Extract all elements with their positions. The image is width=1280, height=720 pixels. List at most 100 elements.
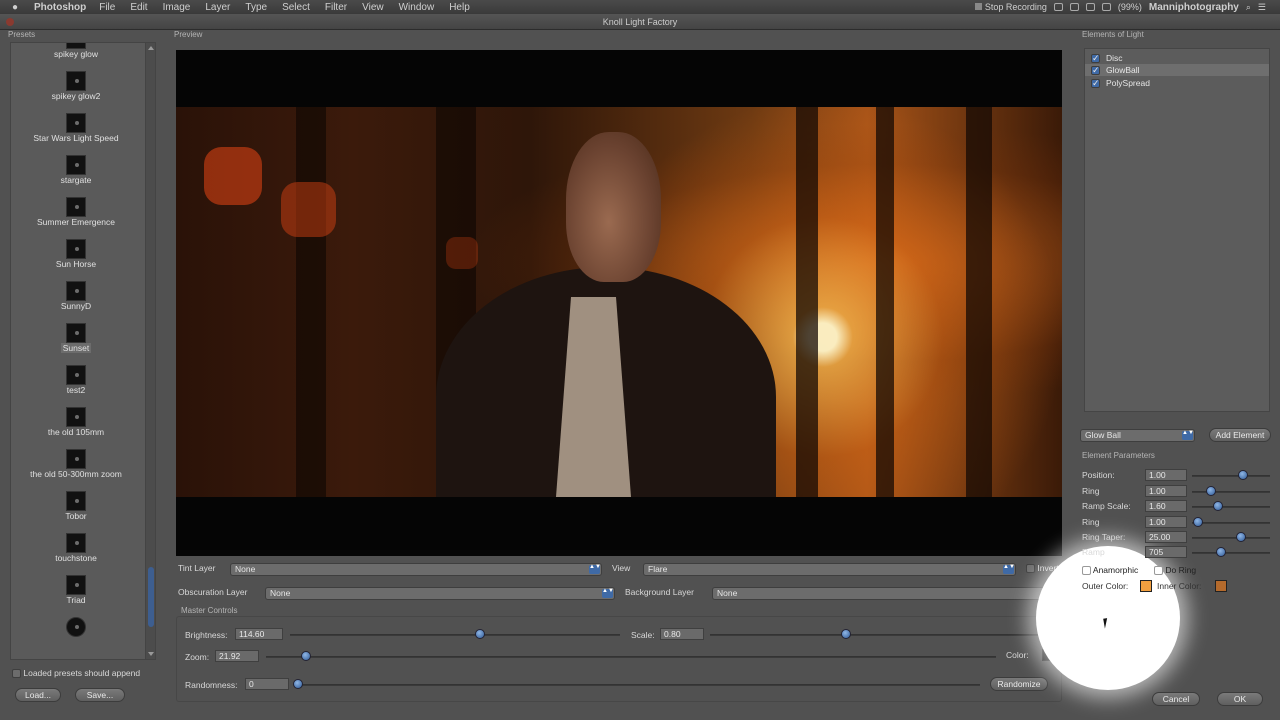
menu-image[interactable]: Image bbox=[163, 2, 191, 13]
menu-edit[interactable]: Edit bbox=[130, 2, 147, 13]
notification-list-icon[interactable]: ☰ bbox=[1258, 2, 1266, 13]
ring-2-slider-track[interactable] bbox=[1192, 522, 1270, 524]
position-slider-knob[interactable] bbox=[1238, 470, 1248, 480]
ring-slider-knob[interactable] bbox=[1206, 486, 1216, 496]
randomness-slider-track[interactable] bbox=[294, 684, 980, 686]
preset-item[interactable]: the old 50-300mm zoom bbox=[11, 449, 141, 479]
position-input[interactable]: 1.00 bbox=[1145, 469, 1187, 481]
pen-icon[interactable] bbox=[1053, 3, 1063, 11]
scrollbar-thumb[interactable] bbox=[148, 567, 154, 627]
anamorphic-option[interactable]: Anamorphic bbox=[1082, 565, 1138, 576]
ramp-slider-knob[interactable] bbox=[1216, 547, 1226, 557]
stop-recording-item[interactable]: Stop Recording bbox=[974, 2, 1047, 12]
ring-input[interactable]: 1.00 bbox=[1145, 485, 1187, 497]
element-type-select[interactable]: Glow Ball ▲▼ bbox=[1080, 429, 1195, 442]
ramp-scale-slider-knob[interactable] bbox=[1213, 501, 1223, 511]
element-enabled-checkbox[interactable] bbox=[1091, 77, 1100, 89]
preset-item[interactable] bbox=[11, 617, 141, 637]
menu-filter[interactable]: Filter bbox=[325, 2, 347, 13]
background-layer-select[interactable]: None ▲▼ bbox=[712, 587, 1061, 600]
wifi-icon[interactable] bbox=[1085, 3, 1095, 11]
ramp-scale-slider-track[interactable] bbox=[1192, 506, 1270, 508]
ring-taper-slider-knob[interactable] bbox=[1236, 532, 1246, 542]
brightness-input[interactable]: 114.60 bbox=[235, 628, 283, 640]
menu-help[interactable]: Help bbox=[449, 2, 470, 13]
menu-file[interactable]: File bbox=[99, 2, 115, 13]
ring-taper-input[interactable]: 25.00 bbox=[1145, 531, 1187, 543]
preset-item[interactable]: test2 bbox=[11, 365, 141, 395]
presets-list[interactable]: spikey glow spikey glow2 Star Wars Light… bbox=[10, 42, 156, 660]
brightness-slider-track[interactable] bbox=[290, 634, 620, 636]
preset-item[interactable]: spikey glow2 bbox=[11, 71, 141, 101]
apple-icon[interactable]: ● bbox=[12, 2, 26, 13]
scroll-up-arrow-icon[interactable] bbox=[148, 46, 154, 50]
preset-item[interactable]: touchstone bbox=[11, 533, 141, 563]
preset-item[interactable]: Summer Emergence bbox=[11, 197, 141, 227]
anamorphic-checkbox[interactable] bbox=[1082, 566, 1091, 576]
scale-slider-track[interactable] bbox=[710, 634, 1055, 636]
dropbox-icon[interactable] bbox=[1069, 3, 1079, 11]
menu-select[interactable]: Select bbox=[282, 2, 310, 13]
menu-view[interactable]: View bbox=[362, 2, 384, 13]
outer-color-swatch[interactable] bbox=[1140, 580, 1152, 592]
randomness-slider-knob[interactable] bbox=[293, 679, 303, 689]
scale-input[interactable]: 0.80 bbox=[660, 628, 704, 640]
menu-layer[interactable]: Layer bbox=[205, 2, 230, 13]
zoom-input[interactable]: 21.92 bbox=[215, 650, 259, 662]
inner-color-swatch[interactable] bbox=[1215, 580, 1227, 592]
menu-type[interactable]: Type bbox=[245, 2, 267, 13]
preset-item-selected[interactable]: Sunset bbox=[11, 323, 141, 353]
preset-item[interactable]: Star Wars Light Speed bbox=[11, 113, 141, 143]
zoom-slider-track[interactable] bbox=[266, 656, 996, 658]
volume-icon[interactable] bbox=[1101, 3, 1111, 11]
ring-2-input[interactable]: 1.00 bbox=[1145, 516, 1187, 528]
scroll-down-arrow-icon[interactable] bbox=[148, 652, 154, 656]
position-slider-track[interactable] bbox=[1192, 475, 1270, 477]
save-presets-button[interactable]: Save... bbox=[75, 688, 125, 702]
ramp-scale-input[interactable]: 1.60 bbox=[1145, 500, 1187, 512]
append-presets-checkbox[interactable] bbox=[12, 669, 21, 679]
brightness-slider-knob[interactable] bbox=[475, 629, 485, 639]
menu-app-name[interactable]: Photoshop bbox=[34, 2, 86, 13]
obscuration-layer-select[interactable]: None ▲▼ bbox=[265, 587, 615, 600]
elements-list[interactable]: Disc GlowBall PolySpread bbox=[1084, 48, 1270, 412]
preset-item[interactable]: Tobor bbox=[11, 491, 141, 521]
add-element-button[interactable]: Add Element bbox=[1209, 428, 1271, 442]
battery-level[interactable]: (99%) bbox=[1118, 2, 1142, 12]
do-ring-option[interactable]: Do Ring bbox=[1154, 565, 1196, 576]
element-row-disc[interactable]: Disc bbox=[1085, 52, 1269, 64]
ring-taper-slider-track[interactable] bbox=[1192, 537, 1270, 539]
ring-2-slider-knob[interactable] bbox=[1193, 517, 1203, 527]
spotlight-search-icon[interactable]: ⌕ bbox=[1246, 2, 1251, 13]
do-ring-checkbox[interactable] bbox=[1154, 566, 1163, 576]
cancel-button[interactable]: Cancel bbox=[1152, 692, 1200, 706]
element-row-polyspread[interactable]: PolySpread bbox=[1085, 77, 1269, 89]
randomize-button[interactable]: Randomize bbox=[990, 677, 1048, 691]
preset-item[interactable]: spikey glow bbox=[11, 43, 141, 59]
element-enabled-checkbox[interactable] bbox=[1091, 64, 1100, 76]
preset-item[interactable]: Triad bbox=[11, 575, 141, 605]
randomness-input[interactable]: 0 bbox=[245, 678, 289, 690]
preset-item[interactable]: stargate bbox=[11, 155, 141, 185]
presets-scrollbar[interactable] bbox=[145, 43, 155, 659]
preset-item[interactable]: Sun Horse bbox=[11, 239, 141, 269]
preset-item[interactable]: SunnyD bbox=[11, 281, 141, 311]
zoom-slider-knob[interactable] bbox=[301, 651, 311, 661]
append-presets-option[interactable]: Loaded presets should append bbox=[12, 668, 140, 679]
close-window-button[interactable] bbox=[6, 18, 14, 26]
element-enabled-checkbox[interactable] bbox=[1091, 52, 1100, 64]
load-presets-button[interactable]: Load... bbox=[15, 688, 61, 702]
ramp-input[interactable]: 705 bbox=[1145, 546, 1187, 558]
preset-item[interactable]: the old 105mm bbox=[11, 407, 141, 437]
user-name[interactable]: Manniphotography bbox=[1149, 2, 1239, 13]
menu-window[interactable]: Window bbox=[399, 2, 435, 13]
preview-canvas[interactable] bbox=[176, 50, 1062, 556]
ok-button[interactable]: OK bbox=[1217, 692, 1263, 706]
ramp-slider-track[interactable] bbox=[1192, 552, 1270, 554]
invert-checkbox[interactable] bbox=[1026, 564, 1035, 574]
element-row-glowball[interactable]: GlowBall bbox=[1085, 64, 1269, 76]
ring-slider-track[interactable] bbox=[1192, 491, 1270, 493]
tint-layer-select[interactable]: None ▲▼ bbox=[230, 563, 602, 576]
view-select[interactable]: Flare ▲▼ bbox=[643, 563, 1016, 576]
scale-slider-knob[interactable] bbox=[841, 629, 851, 639]
